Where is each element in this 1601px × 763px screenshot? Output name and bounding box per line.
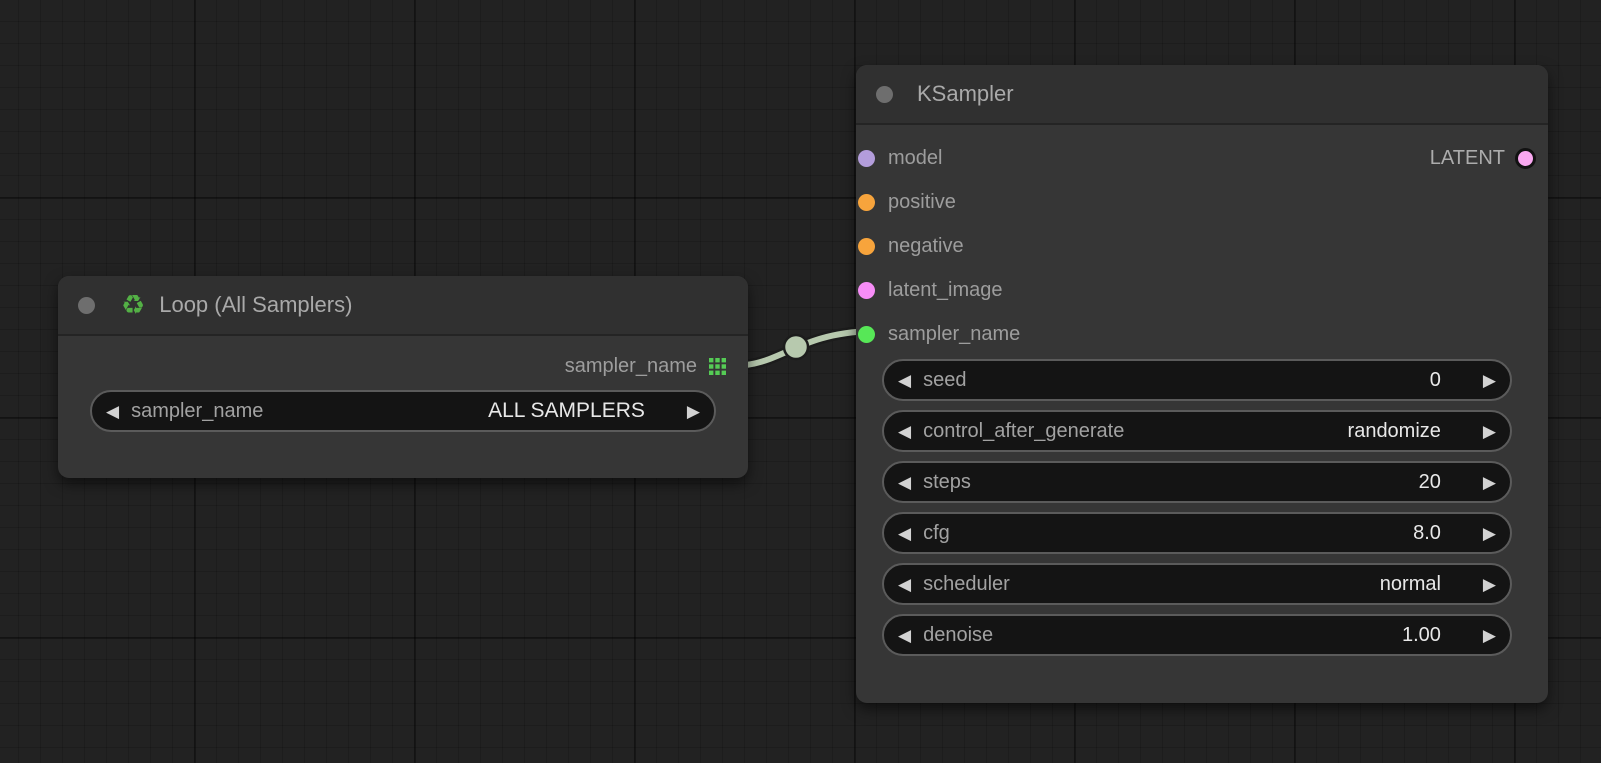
decrement-arrow-icon[interactable]: ◀ [898,474,911,491]
input-slot-model[interactable] [858,150,875,167]
input-slot-negative[interactable] [858,238,875,255]
output-label-sampler-name: sampler_name [565,355,697,378]
decrement-arrow-icon[interactable]: ◀ [898,627,911,644]
widget-denoise[interactable]: ◀ denoise 1.00 ▶ [882,614,1512,656]
widget-name: sampler_name [131,400,263,423]
collapse-dot[interactable] [876,86,893,103]
widget-value: ALL SAMPLERS [488,399,645,423]
widget-name: steps [923,471,971,494]
widget-name: control_after_generate [923,420,1124,443]
decrement-arrow-icon[interactable]: ◀ [898,423,911,440]
node-editor-canvas[interactable]: ♻ Loop (All Samplers) sampler_name ◀ sam… [0,0,1601,763]
widget-control-after-generate[interactable]: ◀ control_after_generate randomize ▶ [882,410,1512,452]
decrement-arrow-icon[interactable]: ◀ [898,525,911,542]
increment-arrow-icon[interactable]: ▶ [1483,372,1496,389]
widget-value: 1.00 [1402,624,1441,647]
decrement-arrow-icon[interactable]: ◀ [898,372,911,389]
increment-arrow-icon[interactable]: ▶ [1483,576,1496,593]
increment-arrow-icon[interactable]: ▶ [1483,474,1496,491]
increment-arrow-icon[interactable]: ▶ [687,403,700,420]
widget-name: scheduler [923,573,1010,596]
input-label-negative: negative [888,235,964,258]
node-title: Loop (All Samplers) [159,292,352,318]
input-label-model: model [888,147,942,170]
grid-slot-icon[interactable] [709,358,726,375]
input-label-latent-image: latent_image [888,279,1003,302]
widget-name: seed [923,369,966,392]
link-midpoint-dot[interactable] [784,335,808,359]
input-slot-latent-image[interactable] [858,282,875,299]
widget-value: 0 [1430,369,1441,392]
widget-value: 20 [1419,471,1441,494]
widget-value: 8.0 [1413,522,1441,545]
increment-arrow-icon[interactable]: ▶ [1483,525,1496,542]
node-loop-header[interactable]: ♻ Loop (All Samplers) [58,276,748,336]
widget-seed[interactable]: ◀ seed 0 ▶ [882,359,1512,401]
node-ksampler-header[interactable]: KSampler [856,65,1548,125]
widget-value: randomize [1348,420,1441,443]
node-title: KSampler [917,81,1014,107]
node-ksampler[interactable]: KSampler model LATENT positive negative … [856,65,1548,703]
node-loop-all-samplers[interactable]: ♻ Loop (All Samplers) sampler_name ◀ sam… [58,276,748,478]
input-slot-positive[interactable] [858,194,875,211]
widget-name: denoise [923,624,993,647]
collapse-dot[interactable] [78,297,95,314]
input-label-positive: positive [888,191,956,214]
increment-arrow-icon[interactable]: ▶ [1483,627,1496,644]
widget-sampler-name[interactable]: ◀ sampler_name ALL SAMPLERS ▶ [90,390,716,432]
recycle-icon: ♻ [121,292,145,319]
output-label-latent: LATENT [1430,147,1505,170]
widget-cfg[interactable]: ◀ cfg 8.0 ▶ [882,512,1512,554]
increment-arrow-icon[interactable]: ▶ [1483,423,1496,440]
decrement-arrow-icon[interactable]: ◀ [106,403,119,420]
decrement-arrow-icon[interactable]: ◀ [898,576,911,593]
output-slot-latent[interactable] [1515,148,1536,169]
input-slot-sampler-name[interactable] [858,326,875,343]
widget-steps[interactable]: ◀ steps 20 ▶ [882,461,1512,503]
widget-name: cfg [923,522,950,545]
input-label-sampler-name: sampler_name [888,323,1020,346]
widget-value: normal [1380,573,1441,596]
widget-scheduler[interactable]: ◀ scheduler normal ▶ [882,563,1512,605]
